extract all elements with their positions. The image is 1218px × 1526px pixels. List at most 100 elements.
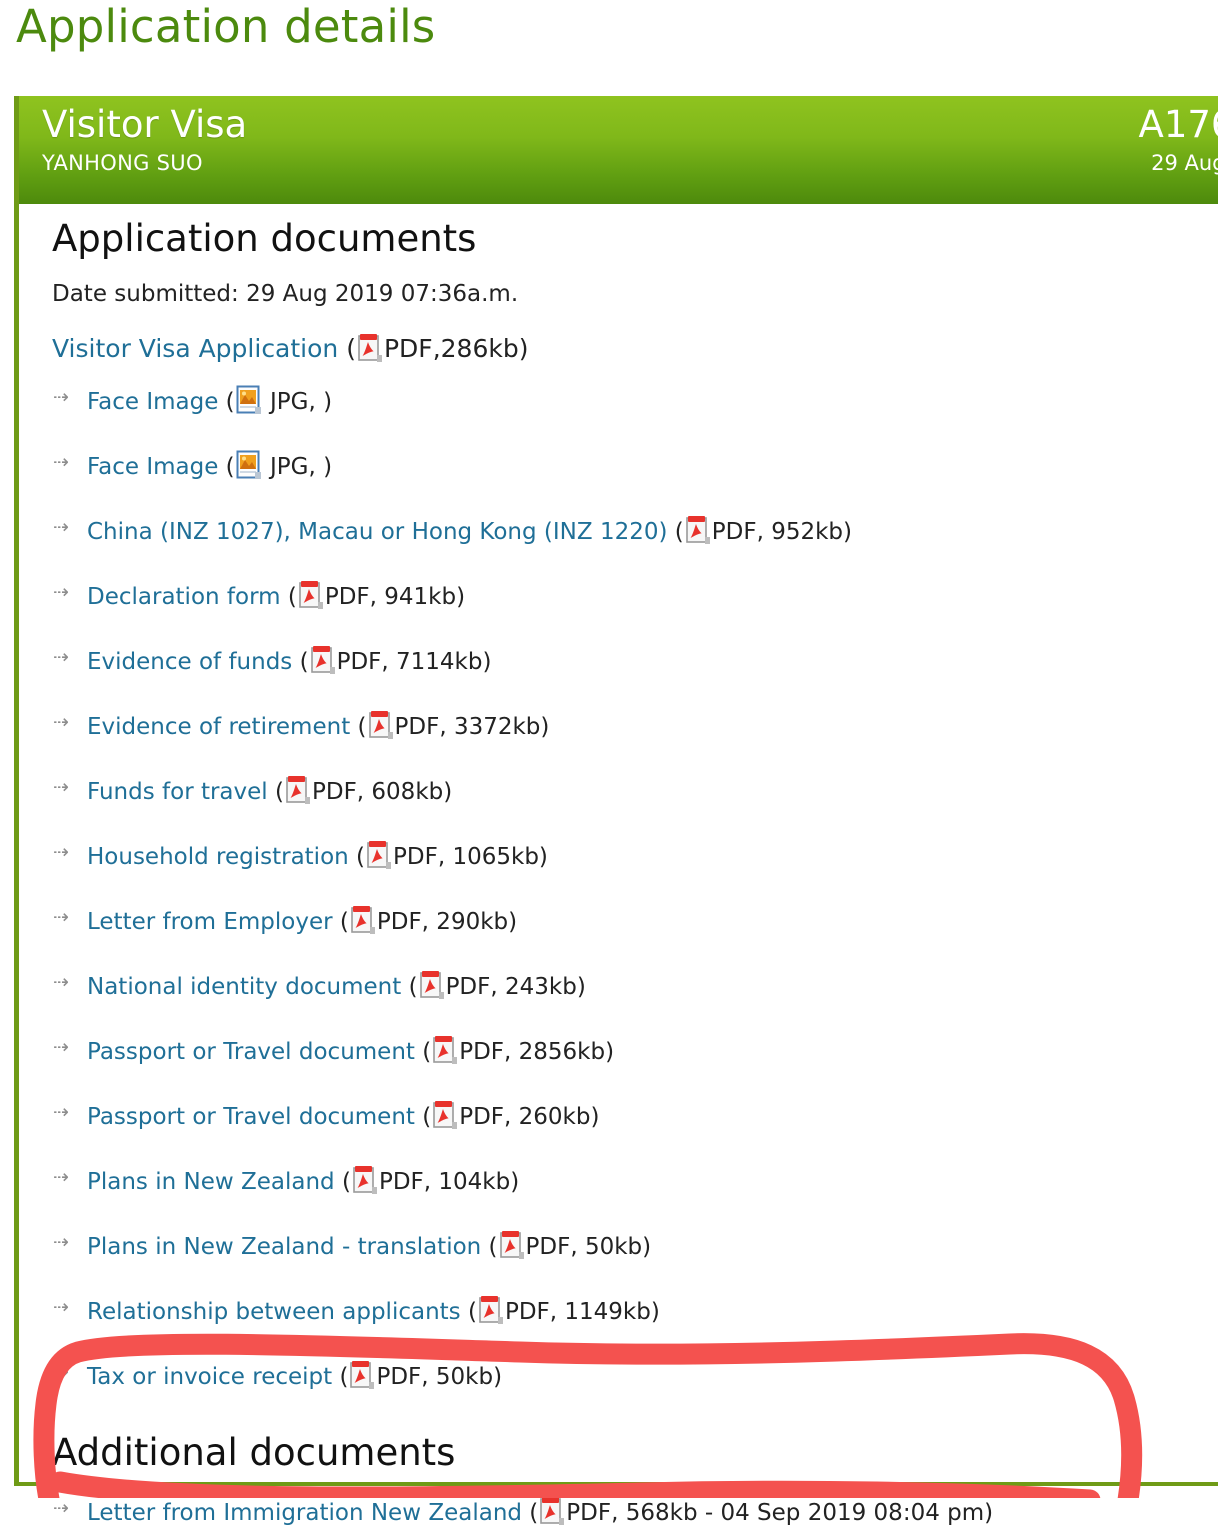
- document-row: ⇢ Evidence of funds (PDF, 7114kb): [39, 645, 1218, 675]
- arrow-bullet-icon: ⇢: [53, 385, 69, 408]
- document-meta: PDF, 2856kb: [459, 1038, 606, 1065]
- arrow-bullet-icon: ⇢: [53, 1497, 69, 1520]
- document-row: ⇢ Evidence of retirement (PDF, 3372kb): [39, 710, 1218, 740]
- document-link[interactable]: National identity document: [87, 974, 401, 1000]
- document-meta: PDF, 941kb: [324, 583, 457, 610]
- document-meta: PDF, 1065kb: [393, 843, 539, 870]
- document-link[interactable]: Passport or Travel document: [87, 1039, 415, 1065]
- close-paren: ): [323, 388, 333, 415]
- pdf-icon: [350, 905, 376, 935]
- root-document-row: Visitor Visa Application (PDF,286kb): [52, 333, 1218, 363]
- close-paren: ): [508, 908, 518, 935]
- document-link[interactable]: Evidence of funds: [87, 649, 292, 675]
- arrow-bullet-icon: ⇢: [53, 1100, 69, 1123]
- open-paren: (: [414, 1103, 432, 1130]
- arrow-bullet-icon: ⇢: [53, 450, 69, 473]
- arrow-bullet-icon: ⇢: [53, 970, 69, 993]
- jpg-icon: [236, 385, 262, 415]
- application-documents-heading: Application documents: [52, 217, 477, 260]
- open-paren: (: [350, 713, 367, 740]
- document-row: ⇢ China (INZ 1027), Macau or Hong Kong (I…: [39, 515, 1218, 545]
- document-link[interactable]: China (INZ 1027), Macau or Hong Kong (IN…: [87, 519, 667, 545]
- document-link[interactable]: Relationship between applicants: [87, 1299, 461, 1325]
- document-meta: PDF, 568kb - 04 Sep 2019 08:04 pm: [566, 1500, 985, 1526]
- document-row: ⇢ Passport or Travel document ( PDF, 260kb…: [39, 1100, 1218, 1130]
- document-row: ⇢ Plans in New Zealand (PDF, 104kb): [39, 1165, 1218, 1195]
- document-link[interactable]: Funds for travel: [87, 779, 268, 805]
- open-paren: (: [218, 453, 235, 480]
- open-paren: (: [401, 973, 418, 1000]
- open-paren: (: [338, 333, 356, 363]
- open-paren: (: [334, 1168, 351, 1195]
- close-paren: ): [538, 843, 548, 870]
- close-paren: ): [642, 1233, 652, 1260]
- open-paren: (: [332, 908, 349, 935]
- applicant-name: YANHONG SUO: [42, 151, 203, 175]
- close-paren: ): [456, 583, 466, 610]
- close-paren: ): [323, 453, 333, 480]
- additional-document-row: ⇢ Letter from Immigration New Zealand ( PD…: [39, 1496, 1218, 1526]
- pdf-icon: [352, 1165, 378, 1195]
- additional-documents-heading: Additional documents: [52, 1430, 456, 1474]
- pdf-icon: [685, 515, 711, 545]
- pdf-icon: [432, 1100, 458, 1130]
- open-paren: (: [522, 1500, 539, 1526]
- document-link[interactable]: Plans in New Zealand - translation: [87, 1234, 481, 1260]
- document-link[interactable]: Declaration form: [87, 584, 281, 610]
- arrow-bullet-icon: ⇢: [53, 645, 69, 668]
- document-meta: PDF, 50kb: [525, 1233, 643, 1260]
- document-link[interactable]: Plans in New Zealand: [87, 1169, 335, 1195]
- close-paren: ): [605, 1038, 615, 1065]
- pdf-icon: [539, 1496, 565, 1526]
- open-paren: (: [332, 1363, 349, 1390]
- pdf-icon: [368, 710, 394, 740]
- arrow-bullet-icon: ⇢: [53, 710, 69, 733]
- document-row: ⇢ Household registration (PDF, 1065kb): [39, 840, 1218, 870]
- document-link[interactable]: Face Image: [87, 389, 218, 415]
- document-link[interactable]: Face Image: [87, 454, 218, 480]
- application-card: Visitor Visa YANHONG SUO A1767 29 August…: [14, 96, 1218, 1526]
- document-meta: PDF, 952kb: [711, 518, 844, 545]
- arrow-bullet-icon: ⇢: [53, 905, 69, 928]
- arrow-bullet-icon: ⇢: [53, 1230, 69, 1253]
- document-meta: PDF, 260kb: [459, 1103, 591, 1130]
- open-paren: (: [267, 778, 284, 805]
- document-meta: PDF, 290kb: [376, 908, 509, 935]
- visa-type: Visitor Visa: [42, 103, 248, 146]
- document-link[interactable]: Evidence of retirement: [87, 714, 350, 740]
- document-row: ⇢ Face Image ( JPG, ): [39, 385, 1218, 415]
- arrow-bullet-icon: ⇢: [53, 1165, 69, 1188]
- document-link[interactable]: Tax or invoice receipt: [87, 1364, 332, 1390]
- root-document-link[interactable]: Visitor Visa Application: [52, 334, 338, 363]
- document-meta: PDF, 1149kb: [504, 1298, 651, 1325]
- pdf-icon: [285, 775, 311, 805]
- pdf-icon: [349, 1360, 375, 1390]
- application-date: 29 August: [1151, 151, 1218, 175]
- open-paren: (: [280, 583, 297, 610]
- card-header-left: Visitor Visa YANHONG SUO: [42, 102, 247, 178]
- close-paren: ): [510, 1168, 520, 1195]
- card-header-right: A1767 29 August: [1139, 102, 1218, 178]
- pdf-icon: [419, 970, 445, 1000]
- document-link[interactable]: Letter from Immigration New Zealand: [87, 1500, 522, 1526]
- document-link[interactable]: Passport or Travel document: [87, 1104, 415, 1130]
- arrow-bullet-icon: ⇢: [53, 1295, 69, 1318]
- document-meta: JPG,: [262, 388, 324, 415]
- pdf-icon: [298, 580, 324, 610]
- document-row: ⇢ Funds for travel (PDF, 608kb): [39, 775, 1218, 805]
- pdf-icon: [366, 840, 392, 870]
- document-meta: PDF, 7114kb: [336, 648, 483, 675]
- arrow-bullet-icon: ⇢: [53, 515, 69, 538]
- open-paren: (: [292, 648, 309, 675]
- application-reference: A1767: [1138, 103, 1218, 146]
- document-link[interactable]: Letter from Employer: [87, 909, 333, 935]
- document-row: ⇢ Tax or invoice receipt (PDF, 50kb): [39, 1360, 1218, 1390]
- arrow-bullet-icon: ⇢: [53, 1360, 69, 1383]
- document-link[interactable]: Household registration: [87, 844, 349, 870]
- open-paren: (: [481, 1233, 498, 1260]
- pdf-icon: [357, 333, 383, 363]
- close-paren: ): [984, 1500, 994, 1526]
- pdf-icon: [310, 645, 336, 675]
- document-row: ⇢ Letter from Employer ( PDF, 290kb): [39, 905, 1218, 935]
- date-submitted: Date submitted: 29 Aug 2019 07:36a.m.: [52, 280, 519, 307]
